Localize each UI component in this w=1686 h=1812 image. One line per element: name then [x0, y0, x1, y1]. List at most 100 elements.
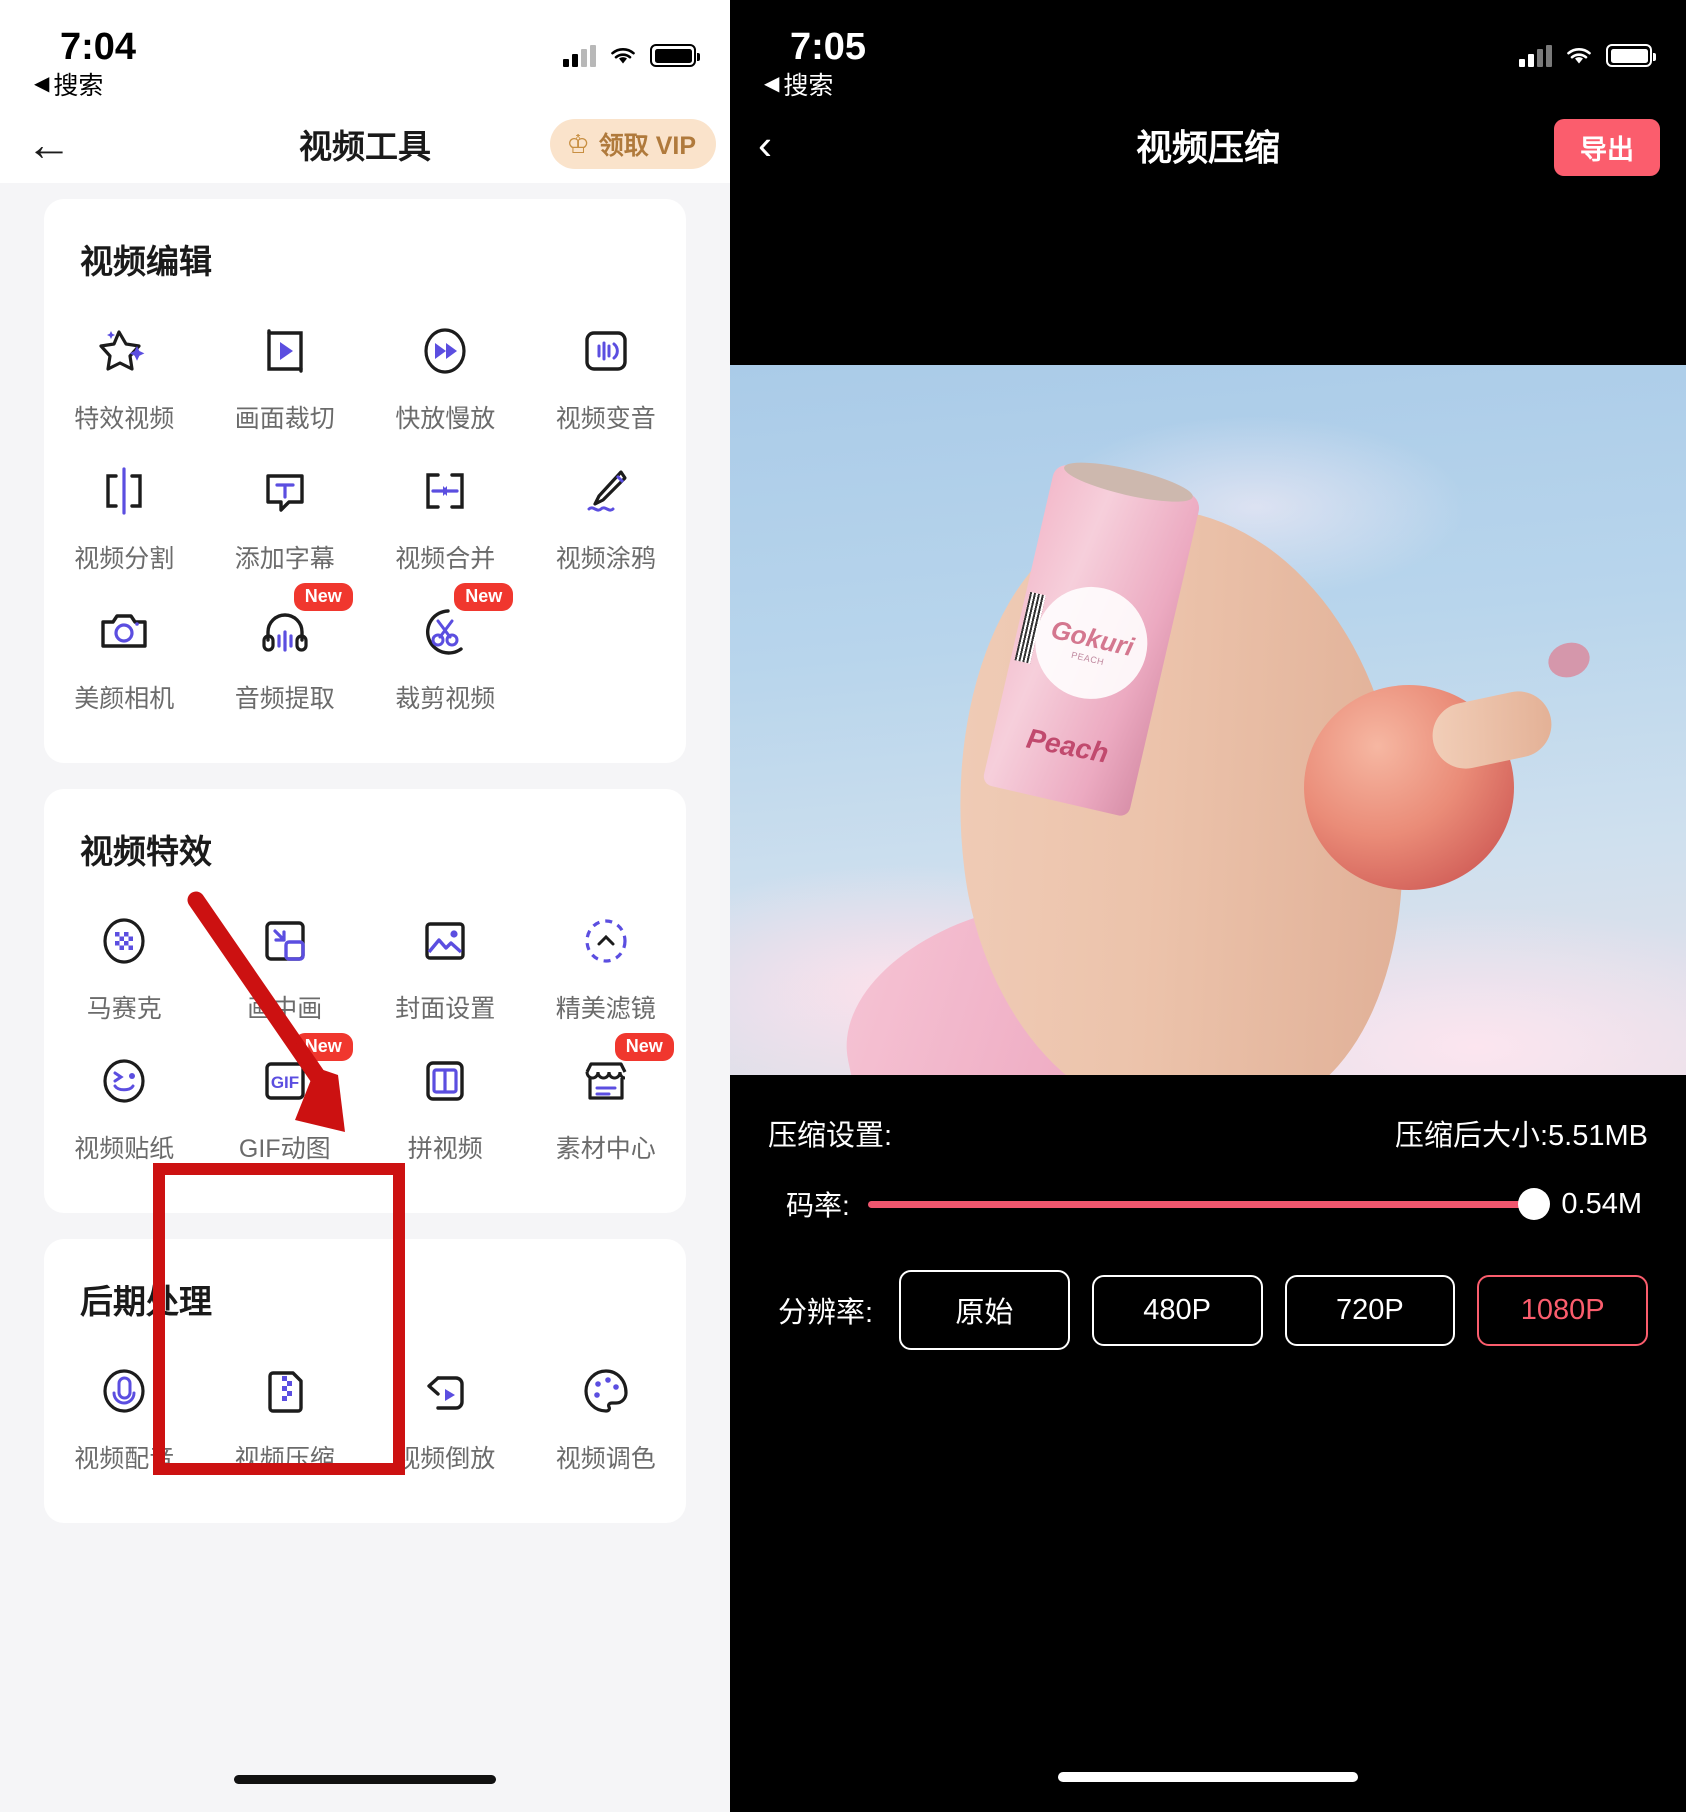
- split-screen-icon: [415, 1051, 475, 1111]
- tool-tile-dubbing[interactable]: 视频配音: [44, 1349, 205, 1489]
- compressed-size-value: 压缩后大小:5.51MB: [1395, 1120, 1648, 1152]
- home-indicator: [1058, 1772, 1358, 1782]
- cellular-signal-icon: [1519, 44, 1552, 67]
- sparkle-star-icon: [94, 321, 154, 381]
- left-status-bar: 7:04 ◀ 搜索: [0, 0, 730, 105]
- tool-label: 特效视频: [74, 405, 175, 433]
- right-status-bar: 7:05 ◀ 搜索: [730, 0, 1686, 105]
- tool-label: 封面设置: [395, 995, 496, 1023]
- tool-label: 马赛克: [86, 995, 162, 1023]
- new-badge: New: [614, 1033, 674, 1061]
- resolution-label: 分辨率:: [778, 1297, 874, 1329]
- tool-label: 视频涂鸦: [555, 545, 656, 573]
- tool-tile-voice-change[interactable]: 视频变音: [526, 309, 687, 449]
- resolution-option-720p[interactable]: 720P: [1284, 1274, 1456, 1346]
- reverse-play-icon: [415, 1361, 475, 1421]
- battery-icon: [650, 44, 700, 67]
- tool-label: 视频配音: [74, 1445, 175, 1473]
- video-frame: Gokuri PEACH Peach: [730, 365, 1686, 1075]
- right-nav-bar: ‹ 视频压缩 导出: [730, 105, 1686, 185]
- tool-tile-pip[interactable]: 画中画: [205, 899, 366, 1039]
- claim-vip-label: 领取 VIP: [598, 132, 696, 160]
- page-title: 视频压缩: [1135, 127, 1280, 168]
- tool-tile-placeholder: [526, 589, 687, 729]
- tool-tile-split[interactable]: 视频分割: [44, 449, 205, 589]
- tool-tile-material-center[interactable]: New 素材中心: [526, 1033, 687, 1179]
- tool-tile-merge[interactable]: 视频合并: [365, 449, 526, 589]
- section-card-video-effects: 视频特效 马赛克 画中画 封面设置 精美滤镜 视频贴纸 GIF New GIF动…: [44, 789, 686, 1213]
- status-back-label: 搜索: [53, 72, 104, 100]
- compress-settings-row: 压缩设置: 压缩后大小:5.51MB: [730, 1074, 1686, 1154]
- tool-label: GIF动图: [238, 1135, 331, 1163]
- resolution-option-1080p[interactable]: 1080P: [1477, 1274, 1648, 1346]
- subtitle-text-icon: [255, 461, 315, 521]
- tool-tile-mosaic[interactable]: 马赛克: [44, 899, 205, 1039]
- resolution-options-row: 分辨率: 原始 480P 720P 1080P: [730, 1224, 1686, 1350]
- new-badge: New: [293, 583, 353, 611]
- picture-in-picture-icon: [255, 911, 315, 971]
- tool-grid: 视频配音 视频压缩 视频倒放 视频调色: [44, 1349, 686, 1489]
- crop-play-icon: [255, 321, 315, 381]
- tool-label: 画中画: [247, 995, 323, 1023]
- left-nav-bar: ← 视频工具 ♔ 领取 VIP: [0, 105, 730, 183]
- tool-label: 视频变音: [555, 405, 656, 433]
- tool-tile-doodle[interactable]: 视频涂鸦: [526, 449, 687, 589]
- tool-tile-beauty-camera[interactable]: 美颜相机: [44, 589, 205, 729]
- cover-image-icon: [415, 911, 475, 971]
- tool-label: 音频提取: [234, 685, 335, 713]
- tool-tile-crop-frame[interactable]: 画面裁切: [205, 309, 366, 449]
- bitrate-slider-track[interactable]: [867, 1188, 1551, 1220]
- status-indicators: [563, 44, 700, 67]
- tool-tile-compress[interactable]: 视频压缩: [205, 1349, 366, 1489]
- tool-tile-cover-setting[interactable]: 封面设置: [365, 899, 526, 1039]
- arrow-left-icon[interactable]: ←: [26, 121, 86, 167]
- tool-label: 添加字幕: [234, 545, 335, 573]
- svg-text:GIF: GIF: [271, 1073, 299, 1092]
- wifi-icon: [609, 45, 637, 67]
- tool-tile-sticker[interactable]: 视频贴纸: [44, 1039, 205, 1179]
- tool-label: 视频压缩: [234, 1445, 335, 1473]
- section-title: 视频编辑: [80, 243, 212, 280]
- split-icon: [94, 461, 154, 521]
- tool-tile-reverse[interactable]: 视频倒放: [365, 1349, 526, 1489]
- tool-tile-special-effects[interactable]: 特效视频: [44, 309, 205, 449]
- export-button[interactable]: 导出: [1554, 119, 1660, 176]
- home-indicator: [234, 1775, 496, 1784]
- sticker-smiley-icon: [94, 1051, 154, 1111]
- section-title: 视频特效: [80, 833, 212, 870]
- status-back-to-search[interactable]: ◀ 搜索: [764, 66, 833, 102]
- tool-tile-filter[interactable]: 精美滤镜: [526, 899, 687, 1039]
- claim-vip-button[interactable]: ♔ 领取 VIP: [550, 119, 716, 169]
- tool-label: 视频合并: [395, 545, 496, 573]
- status-back-to-search[interactable]: ◀ 搜索: [34, 66, 103, 102]
- color-palette-icon: [576, 1361, 636, 1421]
- tool-tile-gif[interactable]: GIF New GIF动图: [205, 1033, 366, 1179]
- can-peach-text: Peach: [1023, 723, 1111, 770]
- triangle-left-icon: ◀: [764, 73, 780, 95]
- battery-icon: [1606, 44, 1656, 67]
- tool-tile-audio-extract[interactable]: New 音频提取: [205, 583, 366, 729]
- tool-tile-trim-video[interactable]: New 裁剪视频: [365, 583, 526, 729]
- tool-tile-color-grading[interactable]: 视频调色: [526, 1349, 687, 1489]
- video-preview-stage[interactable]: Gokuri PEACH Peach: [730, 185, 1686, 1075]
- tool-label: 画面裁切: [234, 405, 335, 433]
- tool-tile-split-screen[interactable]: 拼视频: [365, 1039, 526, 1179]
- tools-scroll-area[interactable]: 视频编辑 特效视频 画面裁切 快放慢放 视频变音 视频分割 添加字幕 视频合并 …: [0, 183, 730, 1812]
- bitrate-slider-knob[interactable]: [1518, 1188, 1551, 1220]
- right-phone-screen: 7:05 ◀ 搜索 ‹ 视频压缩 导出 Gokuri PEACH Peach 压…: [730, 0, 1686, 1812]
- left-phone-screen: 7:04 ◀ 搜索 ← 视频工具 ♔ 领取 VIP 视频编辑 特效视频 画面裁切…: [0, 0, 730, 1812]
- tool-tile-speed[interactable]: 快放慢放: [365, 309, 526, 449]
- section-title: 后期处理: [80, 1283, 212, 1320]
- tool-label: 拼视频: [407, 1135, 483, 1163]
- bitrate-slider-row[interactable]: 码率: 0.54M: [730, 1154, 1686, 1224]
- tool-tile-subtitle[interactable]: 添加字幕: [205, 449, 366, 589]
- tool-label: 视频调色: [555, 1445, 656, 1473]
- voice-change-icon: [576, 321, 636, 381]
- resolution-option-480p[interactable]: 480P: [1091, 1274, 1263, 1346]
- new-badge: New: [454, 583, 514, 611]
- resolution-option-original[interactable]: 原始: [899, 1270, 1070, 1350]
- cellular-signal-icon: [563, 44, 596, 67]
- section-card-video-edit: 视频编辑 特效视频 画面裁切 快放慢放 视频变音 视频分割 添加字幕 视频合并 …: [44, 199, 686, 763]
- compress-settings-heading: 压缩设置:: [768, 1120, 893, 1152]
- status-indicators: [1519, 44, 1656, 67]
